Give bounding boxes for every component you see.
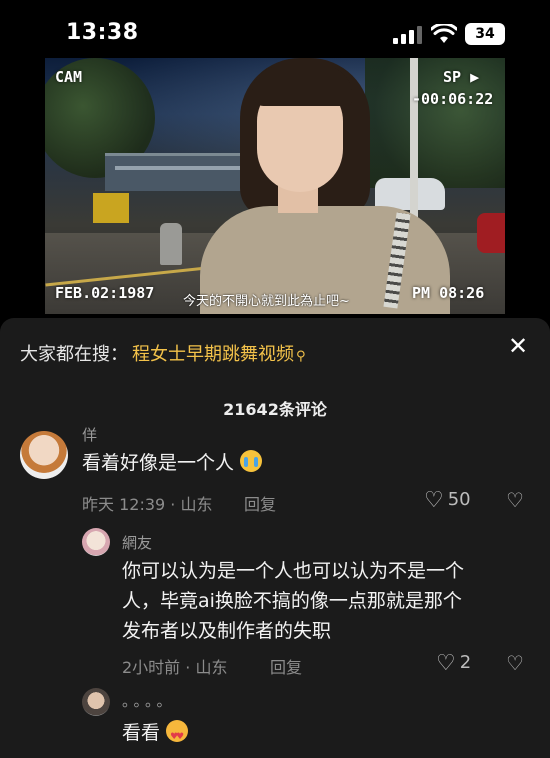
comment-meta: 昨天 12:39 · 山东 xyxy=(82,495,213,514)
comment-author[interactable]: 。。。。 xyxy=(122,690,176,711)
comment-text[interactable]: 看看 xyxy=(122,718,189,752)
avatar[interactable] xyxy=(82,688,110,716)
heart-eyes-face-icon xyxy=(166,720,189,752)
vhs-sp-label: SP ▶ xyxy=(443,68,480,86)
like-button[interactable]: ♡ 2 xyxy=(436,651,471,676)
comment-text[interactable]: 看着好像是一个人 xyxy=(82,448,263,478)
heart-outline-icon: ♡ xyxy=(424,488,444,513)
video-bollard xyxy=(160,223,182,265)
crying-face-icon xyxy=(240,450,263,472)
comments-panel: 大家都在搜： 程女士早期跳舞视频 ⚲ ✕ 21642条评论 佯 看着好像是一个人 昨… xyxy=(0,318,550,758)
broken-heart-icon[interactable]: ♡ xyxy=(506,651,524,675)
battery-icon: 34 xyxy=(465,23,505,45)
comment-count: 21642条评论 xyxy=(223,400,327,419)
wifi-icon xyxy=(431,24,457,43)
like-count: 2 xyxy=(459,652,472,673)
comment-text-line: 发布者以及制作者的失职 xyxy=(122,620,332,642)
search-suggestion[interactable]: 大家都在搜： 程女士早期跳舞视频 ⚲ xyxy=(20,340,306,366)
heart-outline-icon: ♡ xyxy=(436,651,456,676)
comment-author[interactable]: 佯 xyxy=(82,424,97,445)
vhs-counter: -00:06:22 xyxy=(412,90,494,108)
like-count: 50 xyxy=(447,489,471,510)
comment-text-content: 看看 xyxy=(122,722,161,744)
search-prefix: 大家都在搜： xyxy=(20,344,128,365)
broken-heart-icon[interactable]: ♡ xyxy=(506,488,524,512)
like-button[interactable]: ♡ 50 xyxy=(424,488,471,513)
vhs-date: FEB.02:1987 xyxy=(55,284,155,302)
comment-text-line: 你可以认为是一个人也可以认为不是一个 xyxy=(122,560,465,582)
vhs-clock: PM 08:26 xyxy=(412,284,485,302)
search-icon: ⚲ xyxy=(296,349,306,364)
comment-author[interactable]: 網友 xyxy=(122,532,152,553)
comment-meta: 2小时前 · 山东 xyxy=(122,658,228,677)
signal-icon xyxy=(393,26,423,44)
video-red-car xyxy=(477,213,505,253)
avatar[interactable] xyxy=(82,528,110,556)
search-term-link[interactable]: 程女士早期跳舞视频 xyxy=(132,344,294,365)
video-sign xyxy=(93,193,129,223)
video-player[interactable]: CAM SP ▶ -00:06:22 FEB.02:1987 PM 08:26 … xyxy=(45,58,505,314)
reply-button[interactable]: 回复 xyxy=(270,654,302,678)
avatar[interactable] xyxy=(20,431,68,479)
reply-button[interactable]: 回复 xyxy=(244,491,276,515)
comment-text[interactable]: 你可以认为是一个人也可以认为不是一个 人，毕竟ai换脸不搞的像一点那就是那个 发… xyxy=(122,556,464,646)
person-bangs xyxy=(252,66,352,106)
comment-text-content: 看着好像是一个人 xyxy=(82,452,235,474)
vhs-cam-label: CAM xyxy=(55,68,83,86)
comment-text-line: 人，毕竟ai换脸不搞的像一点那就是那个 xyxy=(122,590,462,612)
status-time: 13:38 xyxy=(66,20,139,45)
video-subtitle: 今天的不開心就到此為止吧~ xyxy=(183,294,350,309)
close-icon[interactable]: ✕ xyxy=(506,334,530,358)
status-bar: 13:38 34 xyxy=(0,0,550,60)
